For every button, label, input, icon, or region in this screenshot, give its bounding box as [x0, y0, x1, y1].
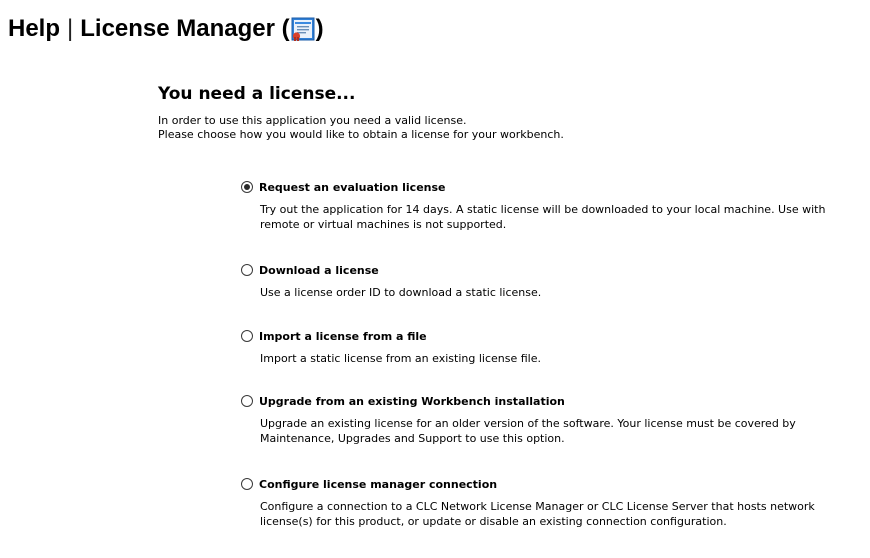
- option-configure-label[interactable]: Configure license manager connection: [259, 478, 497, 491]
- license-document-icon: [291, 17, 315, 41]
- option-import-row[interactable]: Import a license from a file: [241, 327, 861, 345]
- option-configure: Configure license manager connection Con…: [241, 475, 861, 529]
- option-download: Download a license Use a license order I…: [241, 261, 861, 327]
- radio-download[interactable]: [241, 264, 253, 276]
- intro-line-2: Please choose how you would like to obta…: [158, 128, 564, 141]
- option-upgrade-row[interactable]: Upgrade from an existing Workbench insta…: [241, 392, 861, 410]
- option-evaluation-description: Try out the application for 14 days. A s…: [260, 203, 826, 231]
- radio-configure[interactable]: [241, 478, 253, 490]
- option-import-label[interactable]: Import a license from a file: [259, 330, 427, 343]
- option-download-row[interactable]: Download a license: [241, 261, 861, 279]
- option-import-description: Import a static license from an existing…: [260, 352, 541, 365]
- license-options: Request an evaluation license Try out th…: [241, 178, 861, 529]
- option-download-description: Use a license order ID to download a sta…: [260, 286, 542, 299]
- header-title: License Manager (: [80, 15, 290, 42]
- radio-import[interactable]: [241, 330, 253, 342]
- option-upgrade: Upgrade from an existing Workbench insta…: [241, 392, 861, 475]
- option-download-label[interactable]: Download a license: [259, 264, 379, 277]
- option-import: Import a license from a file Import a st…: [241, 327, 861, 392]
- header-help: Help: [8, 15, 61, 42]
- header-title-suffix: ): [315, 15, 324, 42]
- license-panel: You need a license... In order to use th…: [158, 84, 858, 142]
- option-upgrade-description: Upgrade an existing license for an older…: [260, 417, 796, 445]
- intro-line-1: In order to use this application you nee…: [158, 114, 467, 127]
- option-evaluation: Request an evaluation license Try out th…: [241, 178, 861, 261]
- option-configure-row[interactable]: Configure license manager connection: [241, 475, 861, 493]
- option-evaluation-row[interactable]: Request an evaluation license: [241, 178, 861, 196]
- radio-evaluation[interactable]: [241, 181, 253, 193]
- panel-title: You need a license...: [158, 84, 356, 104]
- option-evaluation-label[interactable]: Request an evaluation license: [259, 181, 446, 194]
- page-header: Help | License Manager ( ): [8, 14, 324, 44]
- option-upgrade-label[interactable]: Upgrade from an existing Workbench insta…: [259, 395, 565, 408]
- radio-upgrade[interactable]: [241, 395, 253, 407]
- header-separator: |: [67, 15, 74, 42]
- option-configure-description: Configure a connection to a CLC Network …: [260, 500, 815, 528]
